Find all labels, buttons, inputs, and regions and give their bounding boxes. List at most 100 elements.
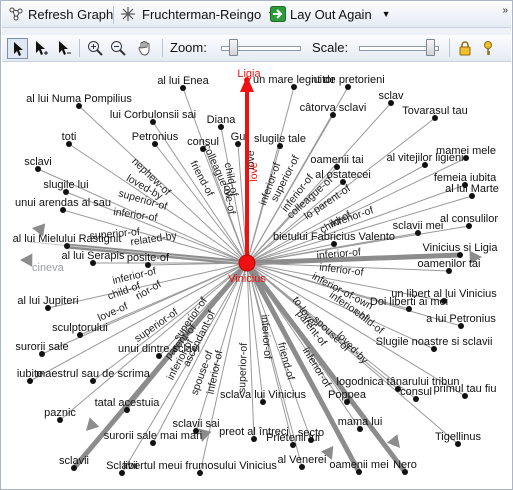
layout-algorithm-select[interactable]: Fruchterman-Reingo ▼ [120, 6, 276, 22]
lock-button[interactable] [457, 40, 473, 56]
love-edge-label: love [248, 162, 260, 181]
graph-node-label[interactable]: bietului Fabricius Valento [273, 231, 395, 243]
graph-node-label[interactable]: sclavii [59, 455, 89, 467]
graph-node-label[interactable]: al lui Marte [445, 183, 499, 195]
toolbar-separator [449, 39, 450, 57]
graph-node-label[interactable]: oamenii tai [310, 154, 363, 166]
graph-node-label[interactable]: sclavi [24, 156, 52, 168]
toolbar-gap [2, 28, 511, 35]
key-button[interactable] [480, 40, 496, 56]
graph-canvas[interactable]: love nephew-of loved-by friend-of colleague-… [2, 62, 511, 488]
pan-tool-button[interactable] [137, 40, 153, 56]
zoom-in-button[interactable] [87, 40, 103, 56]
graph-node-label[interactable]: al lui Mielului Rastignit [13, 233, 122, 245]
zoom-out-button[interactable] [110, 40, 126, 56]
graph-node-label[interactable]: consul [400, 386, 432, 398]
graph-node-label[interactable]: sculptorului [52, 322, 108, 334]
graph-node-faded-label[interactable]: cineva [32, 262, 65, 274]
graph-node-label[interactable]: posite-of [127, 252, 170, 264]
zoom-slider-thumb[interactable] [229, 39, 238, 56]
pointer-icon [13, 41, 23, 56]
graph-node-label[interactable]: Nero [393, 459, 417, 471]
graph-edge-arrowhead [386, 434, 400, 448]
graph-node-label[interactable]: sclavii mei [393, 220, 444, 232]
toolbar-separator [79, 39, 80, 57]
pointer-minus-icon [59, 41, 71, 55]
zoom-in-icon [88, 41, 103, 56]
refresh-graph-icon [9, 7, 23, 21]
graph-edge-label: inferior-of [329, 204, 375, 230]
graph-node-label[interactable]: al consulilor [440, 213, 498, 225]
graph-edge-arrowhead [86, 417, 100, 431]
zoom-label: Zoom: [170, 40, 207, 55]
graph-edge-label: inferior-of [258, 314, 273, 359]
hand-icon [138, 41, 150, 56]
graph-node-label[interactable]: Petronius [132, 131, 179, 143]
graph-node-label[interactable]: câtorva sclavi [300, 102, 367, 114]
graph-node-label[interactable]: al lui Numa Pompilius [26, 93, 132, 105]
toolbar-overflow-icon[interactable]: » [502, 5, 508, 16]
dropdown-arrow-icon: ▼ [381, 9, 391, 19]
graph-node-label[interactable]: al lui Jupiteri [17, 295, 78, 307]
graph-edge-label: superior-of [236, 343, 250, 394]
graph-node-label[interactable]: primul tau fiu [434, 383, 497, 395]
graph-node-label[interactable]: al lui Enea [157, 75, 209, 87]
graph-node-label[interactable]: maestrul sau de scrima [36, 368, 151, 380]
layout-algorithm-value: Fruchterman-Reingo [142, 6, 262, 22]
refresh-graph-label: Refresh Graph [28, 6, 114, 22]
center-node[interactable] [238, 254, 256, 272]
graph-node-label[interactable]: mama lui [338, 416, 383, 428]
graph-node-label[interactable]: consul [187, 136, 219, 148]
graph-node-label[interactable]: Gu [231, 131, 246, 143]
graph-node-label[interactable]: slugile lui [43, 179, 88, 191]
graph-node-label[interactable]: Diana [207, 114, 237, 126]
toolbar-separator [113, 6, 114, 24]
graph-node-label[interactable]: surorii sale mai mari [104, 430, 202, 442]
add-select-tool-button[interactable] [33, 40, 49, 56]
graph-node-label[interactable]: toti [62, 131, 77, 143]
graph-node-label[interactable]: paznic [44, 407, 76, 419]
graph-node-label[interactable]: oamenii mei [329, 459, 388, 471]
graph-node-label[interactable]: nt de pretorieni [311, 74, 384, 86]
graph-node-label[interactable]: a lui Petronius [426, 313, 496, 325]
graph-node-label[interactable]: tatal acestuia [95, 397, 161, 409]
main-toolbar: Refresh Graph Fruchterman-Reingo ▼ Lay O… [2, 2, 511, 28]
graph-window: Refresh Graph Fruchterman-Reingo ▼ Lay O… [0, 0, 513, 490]
graph-edge-arrowhead [20, 253, 33, 267]
center-node-label[interactable]: Vinicius [228, 273, 266, 285]
graph-node-label[interactable]: Prietenii lui [266, 432, 320, 444]
graph-node-label[interactable]: Vinicius si Ligia [422, 242, 498, 254]
graph-node-label[interactable]: slugile tale [254, 133, 306, 145]
graph-node-label[interactable]: unui arendas al sau [15, 197, 111, 209]
graph-node-label[interactable]: Slugile noastre si sclavii [376, 336, 493, 348]
graph-node-label[interactable]: Tigellinus [435, 431, 482, 443]
graph-node-label[interactable]: Tovarasul tau [402, 105, 467, 117]
lock-icon [459, 41, 471, 56]
graph-node-label[interactable]: Poppea [328, 389, 367, 401]
graph-svg[interactable]: lovenephew-ofloved-by friend-ofcolleague-… [2, 62, 511, 488]
remove-select-tool-button[interactable] [56, 40, 72, 56]
layout-snowflake-icon [121, 7, 135, 21]
graph-node-label[interactable]: libertul meui frumosului Vinicius [123, 460, 277, 472]
graph-node-label[interactable]: Doi liberti ai mei [370, 296, 448, 308]
graph-node-label[interactable]: al vitejilor ligieni [386, 152, 463, 164]
graph-node-label[interactable]: al Venerei [278, 454, 327, 466]
graph-node-label[interactable]: sclavii sai [172, 418, 219, 430]
toolbar-separator [162, 39, 163, 57]
top-node-label[interactable]: Ligia [237, 68, 261, 80]
graph-node-label[interactable]: unui dintre sclavi [118, 343, 200, 355]
scale-label: Scale: [312, 40, 349, 55]
graph-node-label[interactable]: oamenilor tai [418, 258, 481, 270]
graph-node-label[interactable]: surorii sale [15, 341, 68, 353]
graph-node-label[interactable]: sclava lui Vinicius [220, 389, 307, 401]
navigation-toolbar: Zoom: Scale: [2, 35, 511, 62]
key-icon [484, 41, 492, 55]
graph-node-label[interactable]: al ostatecei [315, 169, 371, 181]
select-tool-button[interactable] [7, 38, 28, 59]
scale-slider-thumb[interactable] [426, 39, 435, 56]
graph-node-label[interactable]: sclav [378, 90, 404, 102]
refresh-graph-button[interactable]: Refresh Graph [8, 6, 113, 22]
graph-node-label[interactable]: al lui Serapis [62, 250, 125, 262]
graph-node-label[interactable]: lui Corbulonsii sai [110, 109, 196, 121]
lay-out-again-button[interactable]: Lay Out Again ▼ [270, 6, 391, 22]
